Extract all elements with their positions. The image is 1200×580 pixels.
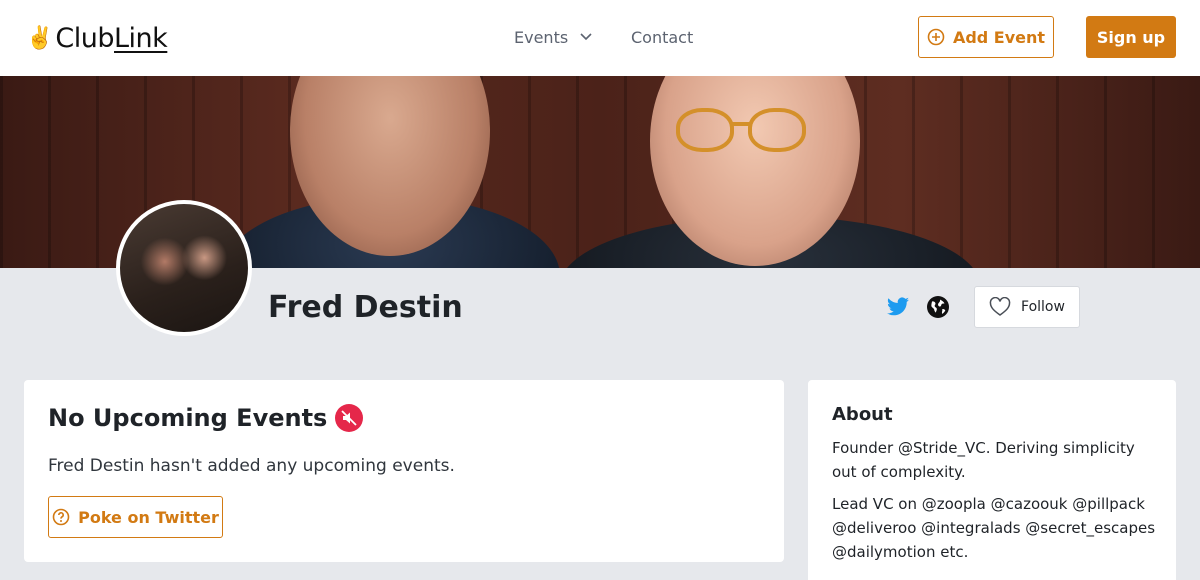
events-heading-text: No Upcoming Events xyxy=(48,404,328,432)
logo-text-club: Club xyxy=(55,22,115,54)
twitter-icon[interactable] xyxy=(886,295,910,319)
glasses-bridge xyxy=(732,122,750,126)
about-heading: About xyxy=(832,404,893,425)
nav-events-label: Events xyxy=(514,27,569,47)
chevron-down-icon xyxy=(580,33,592,41)
add-event-button[interactable]: Add Event xyxy=(918,16,1054,58)
no-events-message: Fred Destin hasn't added any upcoming ev… xyxy=(48,456,455,476)
nav-events-dropdown[interactable]: Events xyxy=(514,26,592,48)
glasses-left-lens xyxy=(676,108,734,152)
follow-label: Follow xyxy=(1021,299,1065,315)
top-navbar: ✌️ Club Link Events Contact Add Event Si… xyxy=(0,0,1200,76)
upcoming-events-card: No Upcoming Events Fred Destin hasn't ad… xyxy=(24,380,784,562)
nav-contact-link[interactable]: Contact xyxy=(631,26,693,48)
about-bio-line: Founder @Stride_VC. Deriving simplicity … xyxy=(832,439,1135,481)
clublink-logo[interactable]: ✌️ Club Link xyxy=(26,22,168,54)
question-circle-icon xyxy=(52,508,70,526)
logo-text-link: Link xyxy=(114,22,168,54)
glasses-right-lens xyxy=(748,108,806,152)
globe-icon[interactable] xyxy=(926,295,950,319)
about-card: About Founder @Stride_VC. Deriving simpl… xyxy=(808,380,1176,580)
about-bio-line: Lead VC on @zoopla @cazoouk @pillpack @d… xyxy=(832,495,1156,561)
plus-circle-icon xyxy=(927,28,945,46)
add-event-label: Add Event xyxy=(952,27,1046,47)
victory-hand-icon: ✌️ xyxy=(26,25,54,51)
about-bio: Founder @Stride_VC. Deriving simplicity … xyxy=(832,436,1162,572)
follow-button[interactable]: Follow xyxy=(974,286,1080,328)
profile-avatar xyxy=(116,200,252,336)
poke-on-twitter-button[interactable]: Poke on Twitter xyxy=(48,496,223,538)
profile-name: Fred Destin xyxy=(268,289,463,325)
heart-icon xyxy=(989,297,1011,316)
muted-speaker-icon xyxy=(335,404,364,432)
poke-label: Poke on Twitter xyxy=(78,507,219,527)
events-heading: No Upcoming Events xyxy=(48,404,364,432)
nav-contact-label: Contact xyxy=(631,27,694,47)
signup-button[interactable]: Sign up xyxy=(1086,16,1176,58)
